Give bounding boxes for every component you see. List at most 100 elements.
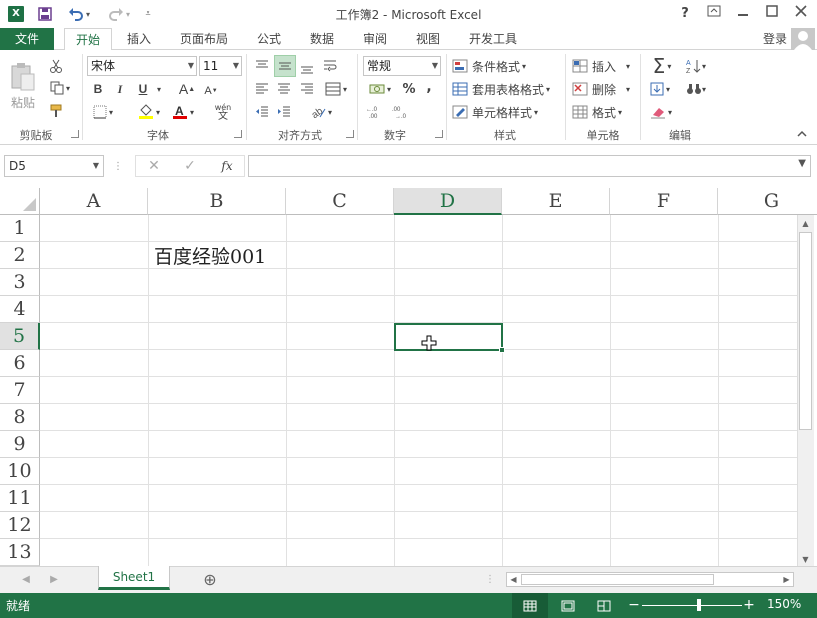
align-top-icon[interactable] bbox=[252, 56, 272, 76]
cancel-formula-icon[interactable]: ✕ bbox=[144, 157, 164, 175]
tab-page-layout[interactable]: 页面布局 bbox=[170, 28, 238, 51]
scroll-up-icon[interactable]: ▲ bbox=[798, 216, 813, 230]
cell-styles-button[interactable]: 单元格样式 ▾ bbox=[452, 102, 562, 122]
worksheet-grid[interactable] bbox=[0, 188, 797, 566]
formula-input[interactable]: ▼ bbox=[248, 155, 811, 177]
column-header-a[interactable]: A bbox=[40, 188, 148, 215]
row-header-4[interactable]: 4 bbox=[0, 296, 40, 323]
sheet-prev-icon[interactable]: ◀ bbox=[18, 571, 34, 587]
row-header-9[interactable]: 9 bbox=[0, 431, 40, 458]
cell-b2[interactable]: 百度经验001 bbox=[154, 244, 266, 271]
normal-view-icon[interactable] bbox=[512, 593, 548, 618]
phonetic-icon[interactable]: wén 文 bbox=[208, 101, 238, 123]
number-launcher-icon[interactable] bbox=[435, 130, 443, 138]
sheet-next-icon[interactable]: ▶ bbox=[46, 571, 62, 587]
page-break-view-icon[interactable] bbox=[592, 593, 616, 618]
login-link[interactable]: 登录 bbox=[763, 28, 787, 50]
vertical-scroll-thumb[interactable] bbox=[799, 232, 812, 430]
tab-formulas[interactable]: 公式 bbox=[247, 28, 291, 51]
align-middle-icon[interactable] bbox=[274, 55, 296, 77]
zoom-out-button[interactable]: − bbox=[628, 596, 640, 614]
font-size-combo[interactable]: 11 ▼ bbox=[199, 56, 242, 76]
font-launcher-icon[interactable] bbox=[234, 130, 242, 138]
tab-developer[interactable]: 开发工具 bbox=[459, 28, 527, 51]
active-cell-d5[interactable] bbox=[394, 323, 503, 351]
shrink-font-button[interactable]: A ▼ bbox=[202, 82, 220, 100]
delete-cells-button[interactable]: 删除 ▾ bbox=[572, 79, 636, 99]
row-header-11[interactable]: 11 bbox=[0, 485, 40, 512]
zoom-slider-track[interactable] bbox=[642, 605, 742, 606]
clear-icon[interactable]: ▾ bbox=[646, 102, 676, 122]
increase-indent-icon[interactable] bbox=[274, 103, 294, 121]
column-header-f[interactable]: F bbox=[610, 188, 718, 215]
cut-icon[interactable] bbox=[46, 57, 66, 75]
orientation-icon[interactable]: ab ▾ bbox=[305, 102, 337, 122]
tab-insert[interactable]: 插入 bbox=[118, 28, 160, 51]
scroll-right-icon[interactable]: ▶ bbox=[780, 573, 793, 586]
align-right-icon[interactable] bbox=[297, 80, 317, 98]
collapse-ribbon-icon[interactable] bbox=[795, 127, 809, 141]
avatar[interactable] bbox=[791, 28, 815, 50]
fill-handle[interactable] bbox=[499, 347, 505, 353]
insert-cells-button[interactable]: 插入 ▾ bbox=[572, 56, 636, 76]
format-cells-button[interactable]: 格式 ▾ bbox=[572, 102, 636, 122]
column-header-d[interactable]: D bbox=[394, 188, 502, 215]
row-header-8[interactable]: 8 bbox=[0, 404, 40, 431]
scroll-down-icon[interactable]: ▼ bbox=[798, 552, 813, 566]
tab-home[interactable]: 开始 bbox=[64, 28, 112, 51]
row-header-10[interactable]: 10 bbox=[0, 458, 40, 485]
wrap-text-icon[interactable] bbox=[320, 56, 342, 76]
underline-dropdown-icon[interactable]: ▾ bbox=[154, 80, 164, 98]
name-box[interactable]: D5 ▼ bbox=[4, 155, 104, 177]
sort-filter-icon[interactable]: A Z ▾ bbox=[682, 56, 710, 76]
insert-function-icon[interactable]: fx bbox=[216, 157, 238, 175]
clipboard-launcher-icon[interactable] bbox=[71, 130, 79, 138]
conditional-format-button[interactable]: 条件格式 ▾ bbox=[452, 56, 562, 76]
help-button[interactable]: ? bbox=[674, 4, 696, 24]
row-header-3[interactable]: 3 bbox=[0, 269, 40, 296]
column-header-e[interactable]: E bbox=[502, 188, 610, 215]
autosum-button[interactable]: Σ ▾ bbox=[646, 54, 678, 78]
italic-button[interactable]: I bbox=[112, 80, 128, 98]
enter-formula-icon[interactable]: ✓ bbox=[180, 157, 200, 175]
align-center-icon[interactable] bbox=[274, 80, 294, 98]
number-format-combo[interactable]: 常规 ▼ bbox=[363, 56, 441, 76]
row-header-1[interactable]: 1 bbox=[0, 215, 40, 242]
maximize-button[interactable] bbox=[761, 4, 783, 24]
add-sheet-icon[interactable]: ⊕ bbox=[200, 570, 220, 589]
sheet-tab-sheet1[interactable]: Sheet1 bbox=[98, 566, 170, 590]
minimize-button[interactable] bbox=[732, 4, 754, 24]
format-painter-icon[interactable] bbox=[46, 102, 66, 120]
accounting-format-icon[interactable]: ▾ bbox=[364, 80, 396, 98]
column-header-b[interactable]: B bbox=[148, 188, 286, 215]
row-header-5[interactable]: 5 bbox=[0, 323, 40, 350]
bold-button[interactable]: B bbox=[90, 80, 106, 98]
ribbon-display-button[interactable] bbox=[703, 4, 725, 24]
increase-decimal-icon[interactable]: ←.0.00 bbox=[364, 103, 386, 121]
font-name-combo[interactable]: 宋体 ▼ bbox=[87, 56, 197, 76]
comma-button[interactable]: , bbox=[422, 78, 436, 96]
borders-icon[interactable]: ▾ bbox=[90, 103, 116, 121]
row-header-7[interactable]: 7 bbox=[0, 377, 40, 404]
copy-icon[interactable]: ▾ bbox=[46, 79, 74, 97]
zoom-level[interactable]: 150% bbox=[767, 597, 801, 611]
percent-button[interactable]: % bbox=[400, 80, 418, 98]
tab-data[interactable]: 数据 bbox=[300, 28, 344, 51]
decrease-indent-icon[interactable] bbox=[252, 103, 272, 121]
font-color-icon[interactable]: A ▾ bbox=[168, 103, 198, 121]
select-all-corner[interactable] bbox=[0, 188, 40, 215]
tab-split-grip-icon[interactable]: ⋮ bbox=[484, 570, 496, 588]
align-left-icon[interactable] bbox=[252, 80, 272, 98]
align-bottom-icon[interactable] bbox=[297, 58, 317, 78]
close-button[interactable] bbox=[790, 4, 812, 24]
fill-icon[interactable]: ▾ bbox=[646, 79, 674, 99]
underline-button[interactable]: U bbox=[134, 80, 152, 98]
scroll-left-icon[interactable]: ◀ bbox=[507, 573, 520, 586]
zoom-in-button[interactable]: + bbox=[743, 596, 755, 614]
row-header-6[interactable]: 6 bbox=[0, 350, 40, 377]
zoom-slider-thumb[interactable] bbox=[697, 599, 701, 611]
fill-color-icon[interactable]: ▾ bbox=[134, 103, 164, 121]
row-header-13[interactable]: 13 bbox=[0, 539, 40, 566]
format-as-table-button[interactable]: 套用表格格式 ▾ bbox=[452, 79, 562, 99]
page-layout-view-icon[interactable] bbox=[556, 593, 580, 618]
